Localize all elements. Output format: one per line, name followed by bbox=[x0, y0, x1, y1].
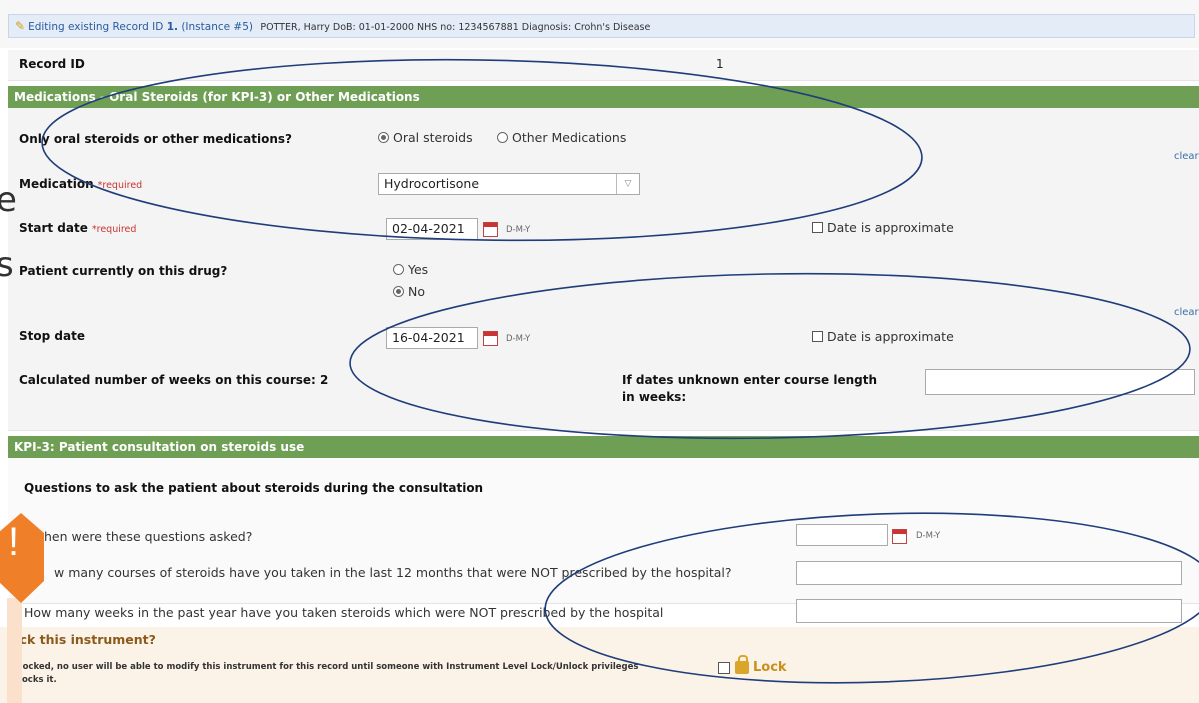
lock-icon bbox=[735, 655, 749, 674]
record-id-row: Record ID 1 bbox=[8, 50, 1199, 81]
start-date-input[interactable]: 02-04-2021 bbox=[386, 218, 478, 240]
calendar-icon[interactable] bbox=[483, 331, 498, 346]
currently-on-label: Patient currently on this drug? bbox=[19, 264, 228, 278]
edit-banner-text: Editing existing Record ID bbox=[28, 21, 167, 33]
edit-record-banner: ✎ Editing existing Record ID 1. (Instance… bbox=[8, 14, 1195, 38]
record-id-value: 1 bbox=[716, 57, 724, 71]
warning-exclamation: ! bbox=[8, 520, 20, 564]
kpi3-form: Questions to ask the patient about stero… bbox=[8, 458, 1199, 604]
clear-link-oral-or-other[interactable]: clear bbox=[1174, 151, 1199, 162]
q-when-label: hen were these questions asked? bbox=[44, 529, 253, 544]
stop-date-input[interactable]: 16-04-2021 bbox=[386, 327, 478, 349]
required-marker: *required bbox=[97, 180, 143, 191]
warning-marker-stem bbox=[7, 598, 22, 703]
date-format-hint: D-M-Y bbox=[916, 531, 941, 541]
record-id-label: Record ID bbox=[19, 57, 85, 71]
required-marker: *required bbox=[91, 224, 137, 235]
q-courses-label: w many courses of steroids have you take… bbox=[54, 565, 732, 580]
lock-title: ock this instrument? bbox=[11, 632, 156, 647]
radio-oral-steroids[interactable]: Oral steroids bbox=[378, 130, 473, 145]
edit-banner-record-id: 1. bbox=[166, 21, 178, 33]
edit-banner-instance: (Instance #5) bbox=[181, 21, 253, 33]
edit-banner-patient-meta: POTTER, Harry DoB: 01-01-2000 NHS no: 12… bbox=[260, 22, 651, 33]
weeks-unknown-label-2: in weeks: bbox=[622, 390, 687, 404]
medication-label: Medication *required bbox=[19, 177, 143, 191]
weeks-calculated-label: Calculated number of weeks on this cours… bbox=[19, 373, 329, 387]
stop-date-approx-checkbox[interactable]: Date is approximate bbox=[812, 329, 954, 344]
q-weeks-input[interactable] bbox=[796, 599, 1182, 623]
pencil-icon: ✎ bbox=[15, 19, 26, 33]
medication-select[interactable]: Hydrocortisone ▽ bbox=[378, 173, 640, 195]
lock-section: ock this instrument? f locked, no user w… bbox=[0, 627, 1199, 703]
date-format-hint: D-M-Y bbox=[506, 334, 531, 344]
date-format-hint: D-M-Y bbox=[506, 225, 531, 235]
q-weeks-label: How many weeks in the past year have you… bbox=[24, 605, 664, 620]
oral-or-other-label: Only oral steroids or other medications? bbox=[19, 132, 293, 146]
overlay-text-fragment: s bbox=[0, 245, 14, 285]
lock-checkbox[interactable]: Lock bbox=[718, 655, 787, 675]
medications-form: Only oral steroids or other medications?… bbox=[8, 108, 1199, 431]
q-courses-input[interactable] bbox=[796, 561, 1182, 585]
warning-icon bbox=[0, 513, 44, 603]
weeks-unknown-label-1: If dates unknown enter course length bbox=[622, 373, 877, 387]
overlay-text-fragment: e bbox=[0, 180, 17, 220]
lock-note-line-1: f locked, no user will be able to modify… bbox=[13, 662, 639, 672]
questions-heading: Questions to ask the patient about stero… bbox=[24, 481, 484, 495]
divider bbox=[8, 592, 1199, 593]
calendar-icon[interactable] bbox=[483, 222, 498, 237]
radio-yes[interactable]: Yes bbox=[393, 262, 428, 277]
radio-no[interactable]: No bbox=[393, 284, 425, 299]
clear-link-currently-on[interactable]: clear bbox=[1174, 307, 1199, 318]
q-when-date-input[interactable] bbox=[796, 524, 888, 546]
section-header-medications: Medications - Oral Steroids (for KPI-3) … bbox=[8, 86, 1199, 108]
stop-date-label: Stop date bbox=[19, 329, 85, 343]
start-date-label: Start date *required bbox=[19, 221, 137, 235]
section-header-kpi3: KPI-3: Patient consultation on steroids … bbox=[8, 436, 1199, 458]
radio-dot[interactable] bbox=[497, 132, 508, 143]
chevron-down-icon[interactable]: ▽ bbox=[616, 174, 639, 194]
course-length-weeks-input[interactable] bbox=[925, 369, 1195, 395]
calendar-icon[interactable] bbox=[892, 529, 907, 544]
radio-dot-selected[interactable] bbox=[378, 132, 389, 143]
radio-other-medications[interactable]: Other Medications bbox=[497, 130, 626, 145]
start-date-approx-checkbox[interactable]: Date is approximate bbox=[812, 220, 954, 235]
